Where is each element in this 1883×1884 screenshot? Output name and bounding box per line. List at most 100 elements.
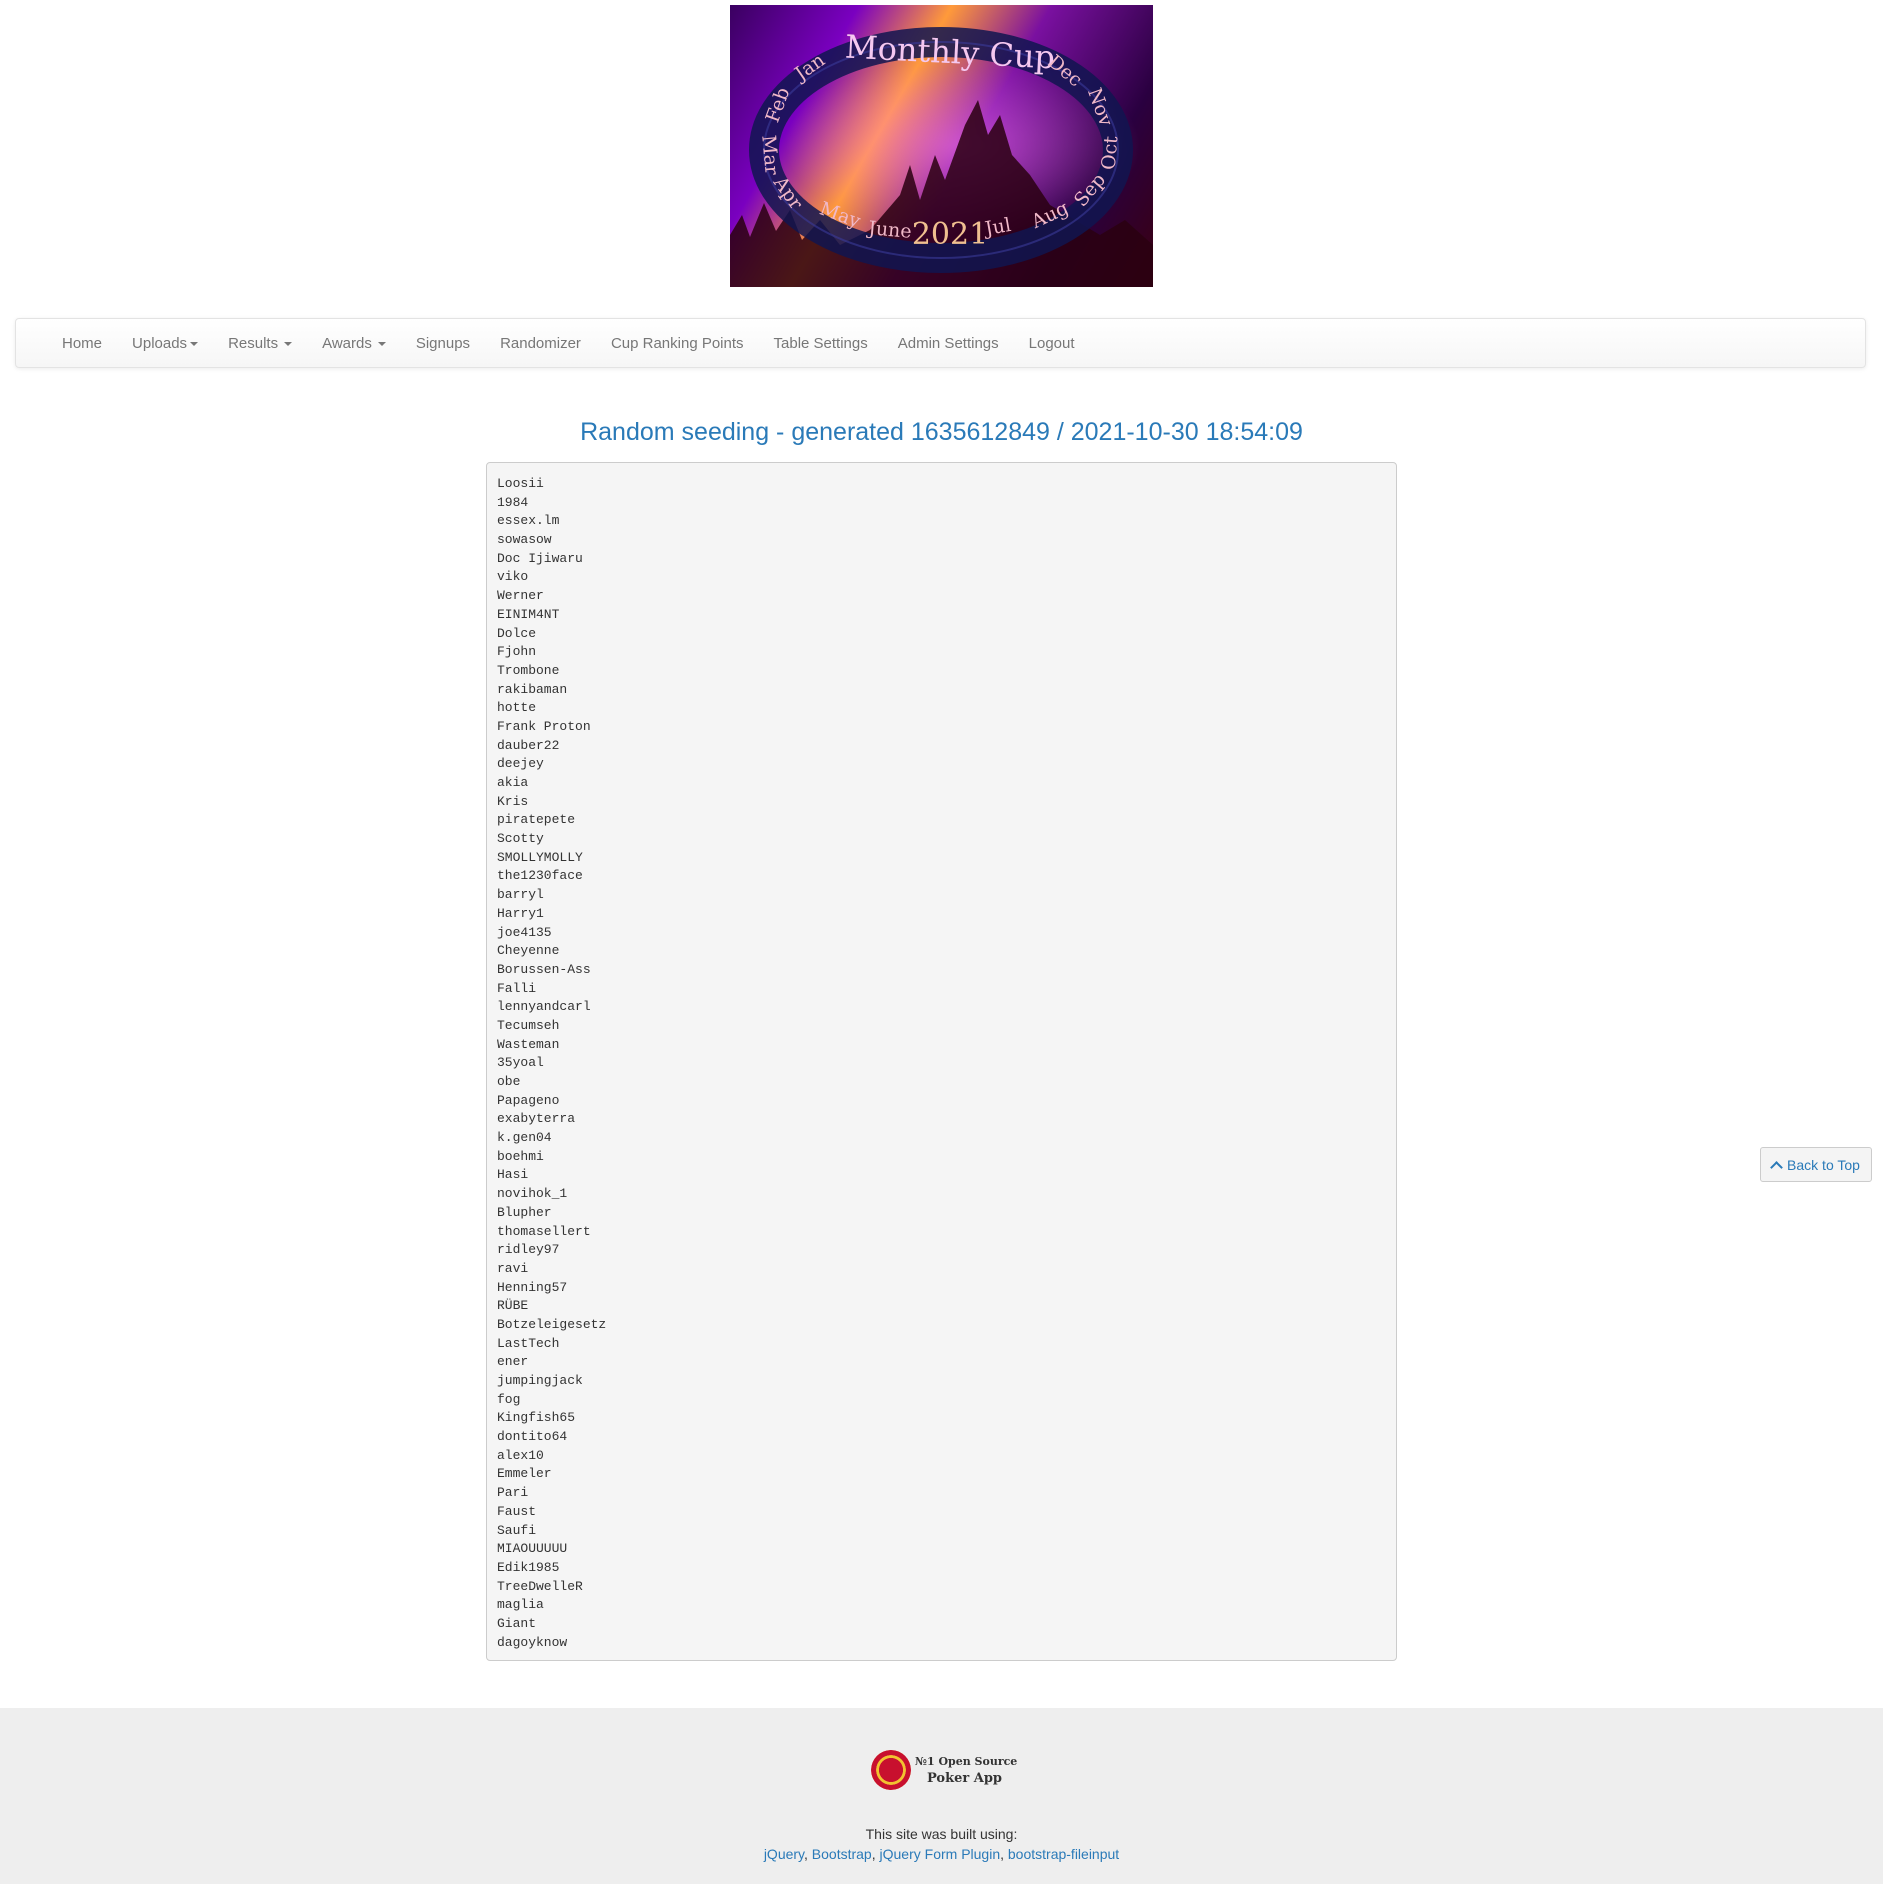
banner-month: June: [867, 217, 913, 243]
logo-tagline: №1 Open Source: [915, 1755, 1018, 1768]
nav-item-logout[interactable]: Logout: [1014, 335, 1090, 352]
list-item: Botzeleigesetz: [497, 1316, 607, 1332]
banner-month: Jul: [983, 213, 1013, 241]
built-using-text: This site was built using:: [865, 1826, 1018, 1842]
list-item: Faust: [497, 1503, 537, 1519]
footer-link-jquery[interactable]: jQuery: [764, 1846, 804, 1862]
list-item: Kris: [497, 793, 529, 809]
nav-item-uploads[interactable]: Uploads: [117, 335, 213, 352]
main-navbar: Home Uploads Results Awards Signups Randomize…: [15, 318, 1866, 368]
list-item: joe4135: [497, 924, 552, 940]
nav-item-label: Logout: [1028, 334, 1075, 352]
list-item: MIAOUUUUU: [497, 1541, 568, 1557]
nav-item-awards[interactable]: Awards: [307, 335, 401, 352]
monthly-cup-banner: Monthly Cup 2021 Jan Feb Mar Apr May June Jul A…: [730, 5, 1153, 287]
seeding-list-box: Loosii 1984 essex.lm sowasow Doc Ijiwaru viko…: [486, 462, 1397, 1661]
banner-month: Oct: [1097, 135, 1123, 171]
poker-chip-icon: [871, 1750, 911, 1790]
nav-item-label: Admin Settings: [897, 334, 999, 352]
list-item: fog: [497, 1391, 521, 1407]
nav-item-label: Cup Ranking Points: [610, 334, 744, 352]
list-item: Borussen-Ass: [497, 961, 591, 977]
list-item: ravi: [497, 1260, 529, 1276]
nav-item-label: Uploads: [132, 334, 188, 352]
list-item: novihok_1: [497, 1186, 568, 1202]
nav-item-admin-settings[interactable]: Admin Settings: [883, 335, 1014, 352]
list-item: Henning57: [497, 1279, 568, 1295]
list-item: barryl: [497, 887, 544, 903]
nav-item-home[interactable]: Home: [47, 335, 117, 352]
list-item: deejey: [497, 756, 544, 772]
list-item: piratepete: [497, 812, 576, 828]
list-item: akia: [497, 775, 529, 790]
nav-item-results[interactable]: Results: [213, 335, 307, 352]
list-item: boehmi: [497, 1148, 544, 1164]
list-item: the1230face: [497, 868, 583, 884]
list-item: k.gen04: [497, 1130, 552, 1146]
banner-year: 2021: [911, 217, 989, 252]
poker-app-logo[interactable]: №1 Open Source Poker App: [871, 1750, 1021, 1792]
caret-down-icon: [377, 341, 386, 346]
list-item: maglia: [497, 1597, 544, 1613]
banner-month: Mar: [757, 134, 783, 176]
chevron-up-icon: [1770, 1160, 1783, 1174]
list-item: EINIM4NT: [497, 606, 560, 622]
list-item: Doc Ijiwaru: [497, 550, 583, 566]
seeding-list: Loosii 1984 essex.lm sowasow Doc Ijiwaru viko…: [497, 475, 1386, 1652]
footer: №1 Open Source Poker App This site was b…: [0, 1708, 1883, 1884]
list-item: Kingfish65: [497, 1410, 576, 1426]
list-item: alex10: [497, 1447, 544, 1463]
list-item: lennyandcarl: [497, 999, 591, 1015]
back-to-top-button[interactable]: Back to Top: [1760, 1147, 1872, 1182]
list-item: Harry1: [497, 905, 544, 921]
footer-link-jquery-form-plugin[interactable]: jQuery Form Plugin: [880, 1846, 1001, 1862]
list-item: Papageno: [497, 1092, 560, 1108]
nav-item-table-settings[interactable]: Table Settings: [759, 335, 883, 352]
nav-item-label: Table Settings: [773, 334, 868, 352]
footer-link-bootstrap[interactable]: Bootstrap: [812, 1846, 872, 1862]
nav-item-label: Home: [62, 334, 103, 352]
nav-item-cup-ranking-points[interactable]: Cup Ranking Points: [596, 335, 759, 352]
list-item: Scotty: [497, 831, 544, 847]
list-item: exabyterra: [497, 1111, 576, 1127]
list-item: essex.lm: [497, 513, 560, 529]
list-item: Fjohn: [497, 644, 537, 660]
nav-item-randomizer[interactable]: Randomizer: [485, 335, 596, 352]
list-item: Dolce: [497, 625, 537, 641]
list-item: SMOLLYMOLLY: [497, 849, 583, 865]
logo-name: Poker App: [927, 1771, 1003, 1786]
list-item: Werner: [497, 588, 544, 604]
list-item: viko: [497, 569, 529, 585]
nav-item-label: Results: [228, 334, 279, 352]
list-item: Trombone: [497, 662, 560, 678]
list-item: Wasteman: [497, 1036, 560, 1052]
page-title: Random seeding - generated 1635612849 / …: [580, 418, 1303, 446]
list-item: Edik1985: [497, 1559, 560, 1575]
nav-item-label: Awards: [322, 334, 372, 352]
list-item: TreeDwelleR: [497, 1578, 583, 1594]
list-item: thomasellert: [497, 1223, 591, 1239]
list-item: jumpingjack: [497, 1373, 583, 1388]
list-item: rakibaman: [497, 681, 568, 697]
list-item: dontito64: [497, 1429, 568, 1445]
nav-list: Home Uploads Results Awards Signups Randomize…: [16, 319, 1865, 367]
list-item: RÜBE: [497, 1298, 529, 1314]
nav-item-label: Signups: [415, 334, 471, 352]
nav-item-signups[interactable]: Signups: [401, 335, 485, 352]
list-item: 35yoal: [497, 1055, 544, 1071]
footer-link-bootstrap-fileinput[interactable]: bootstrap-fileinput: [1008, 1846, 1119, 1862]
list-item: sowasow: [497, 532, 552, 548]
list-item: dagoyknow: [497, 1634, 568, 1650]
list-item: Blupher: [497, 1204, 552, 1220]
caret-down-icon: [284, 341, 293, 346]
list-item: Saufi: [497, 1522, 537, 1538]
list-item: Giant: [497, 1615, 537, 1631]
list-item: hotte: [497, 700, 537, 716]
list-item: Loosii: [497, 476, 544, 491]
list-item: obe: [497, 1074, 521, 1089]
back-to-top-label: Back to Top: [1787, 1156, 1860, 1173]
built-using-links: jQuery, Bootstrap, jQuery Form Plugin, b…: [763, 1846, 1120, 1862]
list-item: Frank Proton: [497, 718, 591, 734]
list-item: ridley97: [497, 1242, 560, 1258]
caret-down-icon: [190, 341, 199, 346]
